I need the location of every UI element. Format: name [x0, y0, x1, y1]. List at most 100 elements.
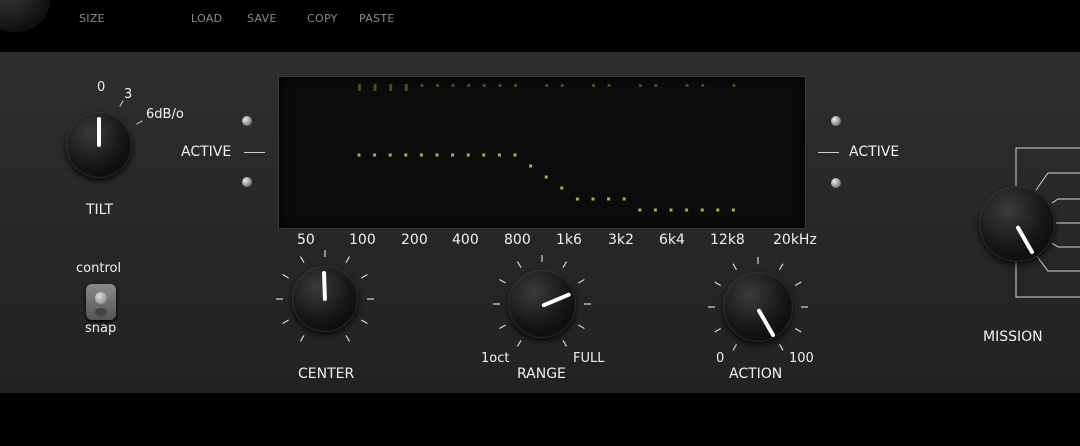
active-right-line: [818, 152, 839, 153]
meter-bar: [358, 84, 361, 91]
knob-tick: [499, 324, 506, 330]
mission-line: [1051, 198, 1080, 204]
curve-point: [653, 208, 657, 212]
paste-button[interactable]: PASTE: [359, 12, 395, 25]
mission-line: [1035, 172, 1080, 191]
curve-point: [669, 208, 673, 212]
copy-button[interactable]: COPY: [307, 12, 338, 25]
tilt-scale-0: 0: [97, 80, 106, 95]
logo-corner: [0, 0, 50, 32]
curve-point: [638, 208, 642, 212]
mission-line: [1051, 242, 1080, 248]
control-snap-switch[interactable]: [86, 284, 116, 320]
range-knob-pointer: [541, 292, 572, 308]
knob-tick: [732, 263, 738, 271]
tilt-scale-3: 3: [124, 87, 133, 102]
meter-bar: [467, 84, 471, 87]
range-max-label: FULL: [573, 351, 605, 366]
curve-point: [513, 153, 517, 157]
curve-point: [466, 153, 470, 157]
curve-point: [607, 197, 611, 201]
active-right-led-top[interactable]: [831, 116, 841, 126]
meter-bar: [389, 84, 393, 91]
knob-tick: [282, 273, 289, 279]
active-left-line: [244, 152, 265, 153]
meter-bar: [451, 84, 455, 87]
knob-tick: [516, 340, 522, 347]
meter-bar: [607, 84, 611, 87]
active-right-led-bottom[interactable]: [831, 178, 841, 188]
mission-knob[interactable]: [979, 186, 1055, 262]
action-min-label: 0: [716, 351, 725, 366]
action-knob[interactable]: [723, 272, 793, 342]
switch-lever: [95, 292, 107, 304]
meter-bar: [592, 84, 595, 87]
meter-bar: [404, 84, 408, 91]
frequency-label: 3k2: [608, 232, 634, 248]
curve-point: [451, 153, 455, 157]
center-knob-pointer: [321, 270, 327, 302]
frequency-label: 200: [401, 232, 428, 248]
meter-bar: [545, 84, 549, 87]
save-button[interactable]: SAVE: [247, 12, 277, 25]
range-label: RANGE: [517, 366, 566, 382]
knob-tick: [794, 327, 802, 333]
knob-tick: [361, 273, 368, 279]
curve-point: [575, 197, 579, 201]
action-knob-pointer: [756, 308, 776, 338]
knob-tick: [361, 319, 368, 325]
meter-bar: [560, 84, 564, 87]
tilt-knob-pointer: [97, 117, 101, 147]
active-left-label: ACTIVE: [181, 144, 232, 160]
curve-point: [388, 153, 392, 157]
curve-point: [435, 153, 439, 157]
top-menu-bar: SIZE LOAD SAVE COPY PASTE: [0, 0, 1080, 40]
tilt-knob[interactable]: [66, 112, 132, 178]
knob-tick: [778, 343, 784, 351]
center-knob[interactable]: [292, 266, 358, 332]
knob-tick: [794, 281, 802, 287]
tilt-label: TILT: [86, 202, 114, 218]
eq-curve: [357, 84, 736, 212]
meter-bar: [482, 84, 486, 87]
curve-point: [685, 208, 689, 212]
frequency-label: 100: [349, 232, 376, 248]
meter-bar: [732, 84, 736, 87]
mission-knob-pointer: [1015, 225, 1035, 255]
curve-point: [357, 153, 361, 157]
meter-bar: [701, 84, 705, 87]
active-left-led-bottom[interactable]: [242, 177, 252, 187]
curve-point: [560, 186, 564, 190]
knob-tick: [578, 278, 585, 284]
meter-bar: [498, 84, 502, 87]
active-left-led-top[interactable]: [242, 116, 252, 126]
curve-point: [622, 197, 626, 201]
meter-bar: [685, 84, 689, 87]
curve-point: [404, 153, 408, 157]
tilt-scale-6: 6dB/o: [146, 107, 184, 122]
curve-point: [716, 208, 720, 212]
meter-bar: [514, 84, 517, 87]
curve-point: [591, 197, 595, 201]
knob-tick: [562, 261, 568, 268]
knob-tick: [714, 327, 722, 333]
curve-point: [700, 208, 704, 212]
knob-tick: [299, 256, 305, 263]
curve-point: [731, 208, 735, 212]
knob-tick: [714, 281, 722, 287]
range-min-label: 1oct: [481, 351, 510, 366]
range-knob[interactable]: [508, 270, 576, 338]
mission-line: [1035, 254, 1080, 272]
size-menu[interactable]: SIZE: [79, 12, 105, 25]
load-button[interactable]: LOAD: [191, 12, 222, 25]
curve-point: [373, 153, 377, 157]
knob-tick: [499, 278, 506, 284]
knob-tick: [778, 263, 784, 271]
knob-tick: [282, 319, 289, 325]
meter-bar: [638, 84, 642, 87]
action-max-label: 100: [789, 351, 814, 366]
knob-tick: [732, 343, 738, 351]
knob-tick: [578, 324, 585, 330]
frequency-label: 400: [452, 232, 479, 248]
active-right-label: ACTIVE: [849, 144, 900, 160]
